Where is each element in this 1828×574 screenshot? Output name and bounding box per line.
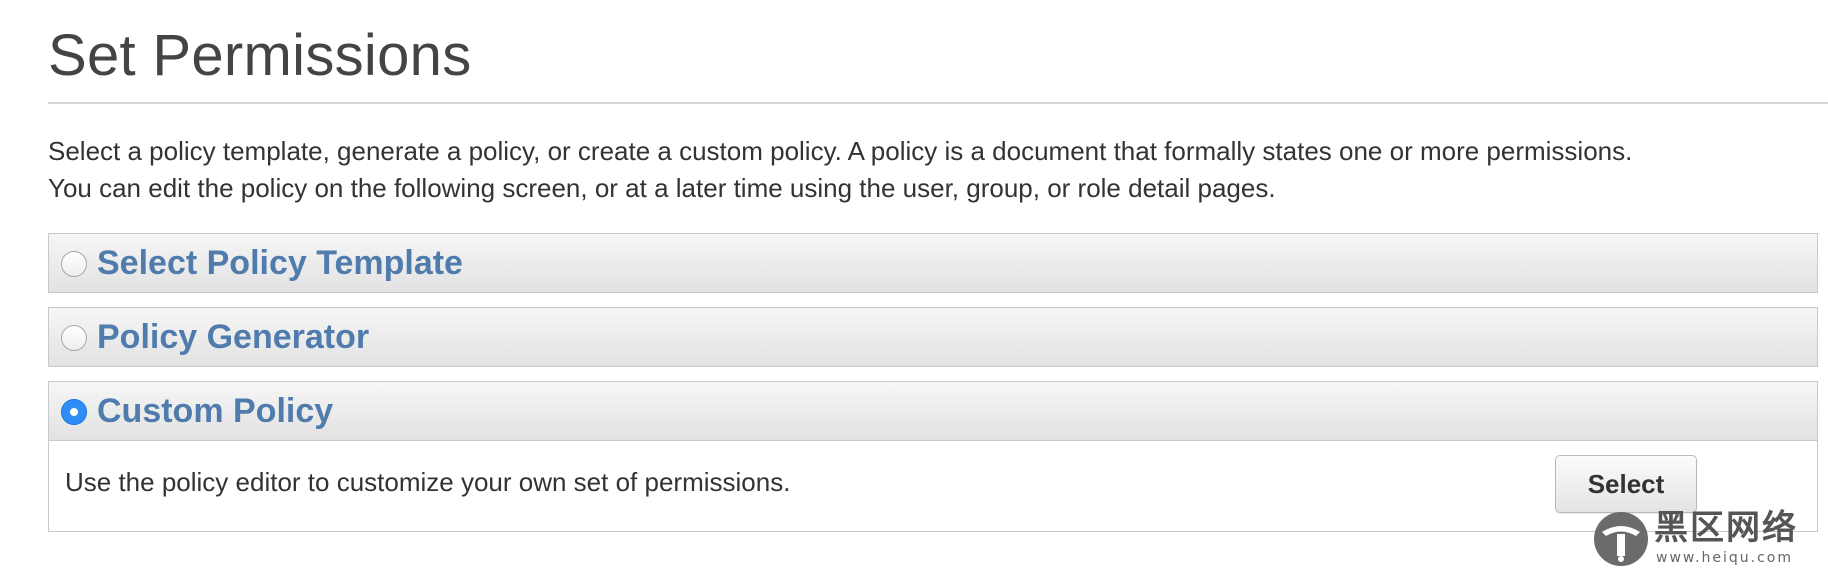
option-policy-generator: Policy Generator — [48, 307, 1818, 367]
heiqu-logo-icon — [1594, 512, 1648, 566]
page-title: Set Permissions — [48, 23, 472, 88]
watermark-title: 黑区网络 — [1654, 508, 1798, 548]
option-label[interactable]: Select Policy Template — [97, 244, 463, 283]
intro-text: Select a policy template, generate a pol… — [48, 133, 1818, 207]
intro-line-1: Select a policy template, generate a pol… — [48, 136, 1633, 166]
option-header-policy-generator[interactable]: Policy Generator — [49, 308, 1817, 366]
option-select-policy-template: Select Policy Template — [48, 233, 1818, 293]
title-divider — [48, 102, 1828, 104]
option-custom-policy: Custom Policy Use the policy editor to c… — [48, 381, 1818, 532]
radio-policy-generator[interactable] — [61, 325, 87, 351]
option-label[interactable]: Custom Policy — [97, 392, 333, 431]
option-body-custom-policy: Use the policy editor to customize your … — [49, 440, 1817, 531]
option-label[interactable]: Policy Generator — [97, 318, 369, 357]
custom-policy-description: Use the policy editor to customize your … — [65, 467, 791, 497]
watermark: 黑区网络 www.heiqu.com — [1592, 508, 1824, 570]
radio-custom-policy[interactable] — [61, 399, 87, 425]
intro-line-2: You can edit the policy on the following… — [48, 173, 1276, 203]
radio-select-policy-template[interactable] — [61, 251, 87, 277]
option-header-custom-policy[interactable]: Custom Policy — [49, 382, 1817, 440]
select-button[interactable]: Select — [1555, 455, 1697, 513]
option-header-select-policy-template[interactable]: Select Policy Template — [49, 234, 1817, 292]
watermark-url: www.heiqu.com — [1656, 550, 1794, 566]
